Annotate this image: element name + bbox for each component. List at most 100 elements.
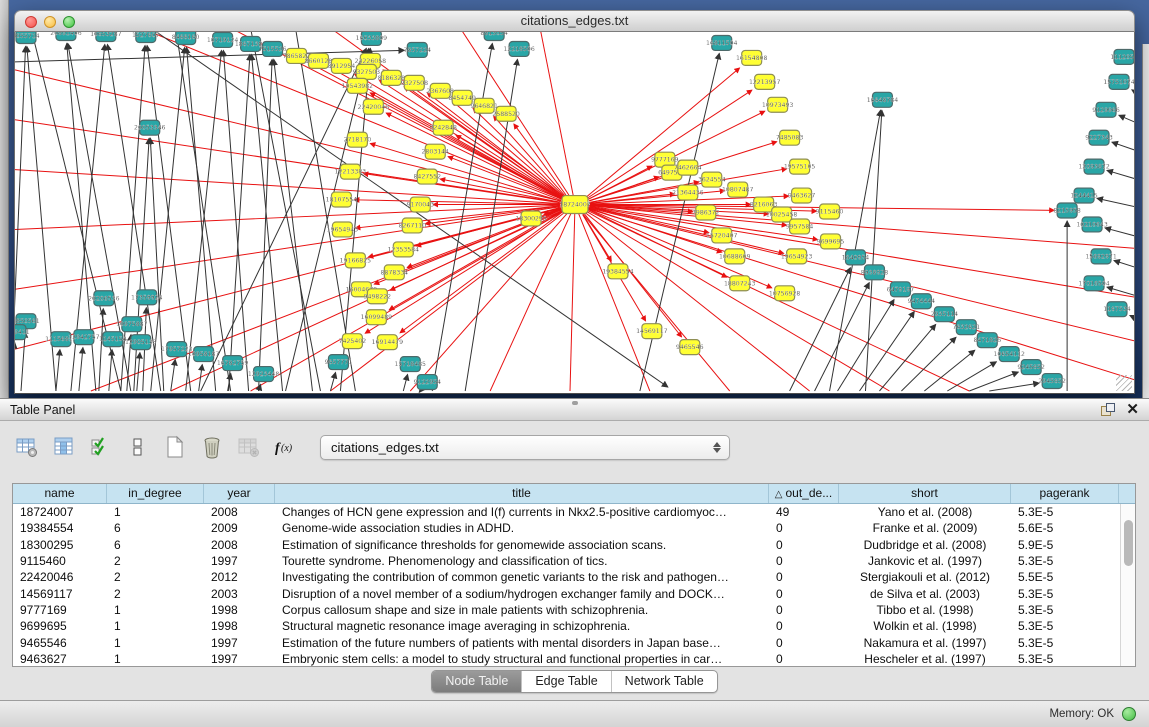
- table-scrollbar[interactable]: [1120, 504, 1135, 666]
- import-table-icon[interactable]: [236, 434, 262, 460]
- network-window[interactable]: citations_edges.txt 40557142089140610653…: [14, 10, 1135, 394]
- new-table-icon[interactable]: [162, 434, 188, 460]
- cell-year: 2003: [204, 587, 275, 601]
- black-edge[interactable]: [1132, 90, 1134, 100]
- close-panel-icon[interactable]: ✕: [1126, 402, 1139, 417]
- cell-in_degree: 2: [107, 554, 204, 568]
- select-rows-icon[interactable]: [88, 434, 114, 460]
- black-edge[interactable]: [989, 383, 1039, 391]
- red-edge[interactable]: [400, 212, 563, 333]
- table-row[interactable]: 946362711997Embryonic stem cells: a mode…: [13, 651, 1135, 666]
- resize-grip-icon[interactable]: [1116, 375, 1132, 391]
- red-edge[interactable]: [15, 70, 575, 205]
- red-edge[interactable]: [15, 120, 575, 205]
- black-edge[interactable]: [403, 375, 407, 391]
- column-header-short[interactable]: short: [839, 484, 1011, 503]
- table-panel-header[interactable]: Table Panel ✕: [0, 398, 1149, 421]
- table-panel: Table Panel ✕ f(x) citations_edges.txt na…: [0, 398, 1149, 700]
- delete-table-icon[interactable]: [199, 434, 225, 460]
- black-edge[interactable]: [790, 268, 851, 391]
- graph-node-label: 7425402: [339, 338, 367, 345]
- black-edge[interactable]: [901, 337, 956, 391]
- column-header-in_degree[interactable]: in_degree: [107, 484, 204, 503]
- table-select-dropdown[interactable]: citations_edges.txt: [320, 435, 730, 460]
- table-row[interactable]: 1830029562008Estimation of significance …: [13, 537, 1135, 553]
- table-row[interactable]: 1938455462009Genome-wide association stu…: [13, 520, 1135, 536]
- cell-title: Estimation of significance thresholds fo…: [275, 538, 769, 552]
- red-edge[interactable]: [575, 205, 1134, 250]
- table-row[interactable]: 977716911998Corpus callosum shape and si…: [13, 602, 1135, 618]
- close-window-button[interactable]: [25, 16, 37, 28]
- network-canvas[interactable]: 4055714208914061065328715276078466160107…: [14, 32, 1135, 394]
- column-header-title[interactable]: title: [275, 484, 769, 503]
- column-header-pagerank[interactable]: pagerank: [1011, 484, 1119, 503]
- row-height-icon[interactable]: [125, 434, 151, 460]
- tab-node-table[interactable]: Node Table: [432, 671, 521, 692]
- graph-node-label: 17359924: [131, 294, 163, 301]
- black-edge[interactable]: [1119, 115, 1134, 127]
- function-builder-icon[interactable]: f(x): [273, 434, 299, 460]
- cell-in_degree: 1: [107, 505, 204, 519]
- black-edge[interactable]: [1114, 261, 1134, 272]
- red-edge[interactable]: [570, 205, 575, 391]
- minimize-window-button[interactable]: [44, 16, 56, 28]
- memory-status-indicator[interactable]: [1122, 707, 1136, 721]
- red-edge[interactable]: [575, 205, 650, 391]
- column-header-out_de[interactable]: △out_de...: [769, 484, 839, 503]
- red-edge[interactable]: [370, 93, 562, 199]
- show-columns-icon[interactable]: [51, 434, 77, 460]
- black-edge[interactable]: [21, 332, 25, 391]
- column-header-name[interactable]: name: [13, 484, 107, 503]
- red-edge[interactable]: [410, 205, 575, 391]
- black-edge[interactable]: [259, 59, 273, 391]
- table-row[interactable]: 911546021997Tourette syndrome. Phenomeno…: [13, 553, 1135, 569]
- zoom-window-button[interactable]: [63, 16, 75, 28]
- right-panel-edge[interactable]: [1142, 44, 1149, 398]
- splitter-handle[interactable]: [572, 401, 578, 405]
- graph-node-label: 9129966: [1092, 107, 1120, 114]
- black-edge[interactable]: [1112, 142, 1134, 154]
- table-row[interactable]: 2242004622012Investigating the contribut…: [13, 569, 1135, 585]
- tab-network-table[interactable]: Network Table: [611, 671, 717, 692]
- table-row[interactable]: 1456911722003Disruption of a novel membe…: [13, 585, 1135, 601]
- red-edge[interactable]: [588, 90, 752, 198]
- scrollbar-thumb[interactable]: [1124, 520, 1133, 566]
- left-panel-edge[interactable]: [0, 0, 9, 398]
- black-edge[interactable]: [223, 50, 248, 391]
- table-settings-icon[interactable]: [14, 434, 40, 460]
- table-row[interactable]: 969969511998Structural magnetic resonanc…: [13, 618, 1135, 634]
- black-edge[interactable]: [109, 350, 112, 391]
- column-header-year[interactable]: year: [204, 484, 275, 503]
- black-edge[interactable]: [99, 309, 103, 391]
- black-edge[interactable]: [1097, 198, 1134, 209]
- black-edge[interactable]: [56, 350, 60, 391]
- black-edge[interactable]: [252, 54, 283, 391]
- black-edge[interactable]: [1105, 228, 1134, 239]
- memory-status-label: Memory: OK: [1049, 708, 1114, 720]
- black-edge[interactable]: [924, 350, 974, 391]
- cell-short: de Silva et al. (2003): [839, 587, 1011, 601]
- black-edge[interactable]: [815, 283, 870, 391]
- cell-in_degree: 6: [107, 521, 204, 535]
- red-edge[interactable]: [15, 170, 575, 205]
- black-edge[interactable]: [229, 54, 250, 391]
- black-edge[interactable]: [969, 372, 1018, 391]
- graph-node-label: 8466160: [172, 34, 200, 41]
- tab-edge-table[interactable]: Edge Table: [521, 671, 610, 692]
- window-titlebar[interactable]: citations_edges.txt: [14, 10, 1135, 32]
- black-edge[interactable]: [79, 348, 83, 391]
- network-desktop: citations_edges.txt 40557142089140610653…: [0, 0, 1149, 398]
- table-row[interactable]: 1872400712008Changes of HCN gene express…: [13, 504, 1135, 520]
- black-edge[interactable]: [879, 324, 935, 391]
- float-panel-icon[interactable]: [1101, 403, 1114, 416]
- graph-node-label: 22420046: [358, 104, 390, 111]
- black-edge[interactable]: [1130, 315, 1134, 324]
- graph-node-label: 8878334: [381, 269, 409, 276]
- black-edge[interactable]: [171, 360, 175, 391]
- black-edge[interactable]: [1107, 170, 1134, 182]
- black-edge[interactable]: [419, 391, 420, 392]
- network-graph[interactable]: 4055714208914061065328715276078466160107…: [15, 32, 1134, 393]
- cell-title: Disruption of a novel member of a sodium…: [275, 587, 769, 601]
- table-row[interactable]: 946554611997Estimation of the future num…: [13, 634, 1135, 650]
- red-edge[interactable]: [514, 124, 566, 195]
